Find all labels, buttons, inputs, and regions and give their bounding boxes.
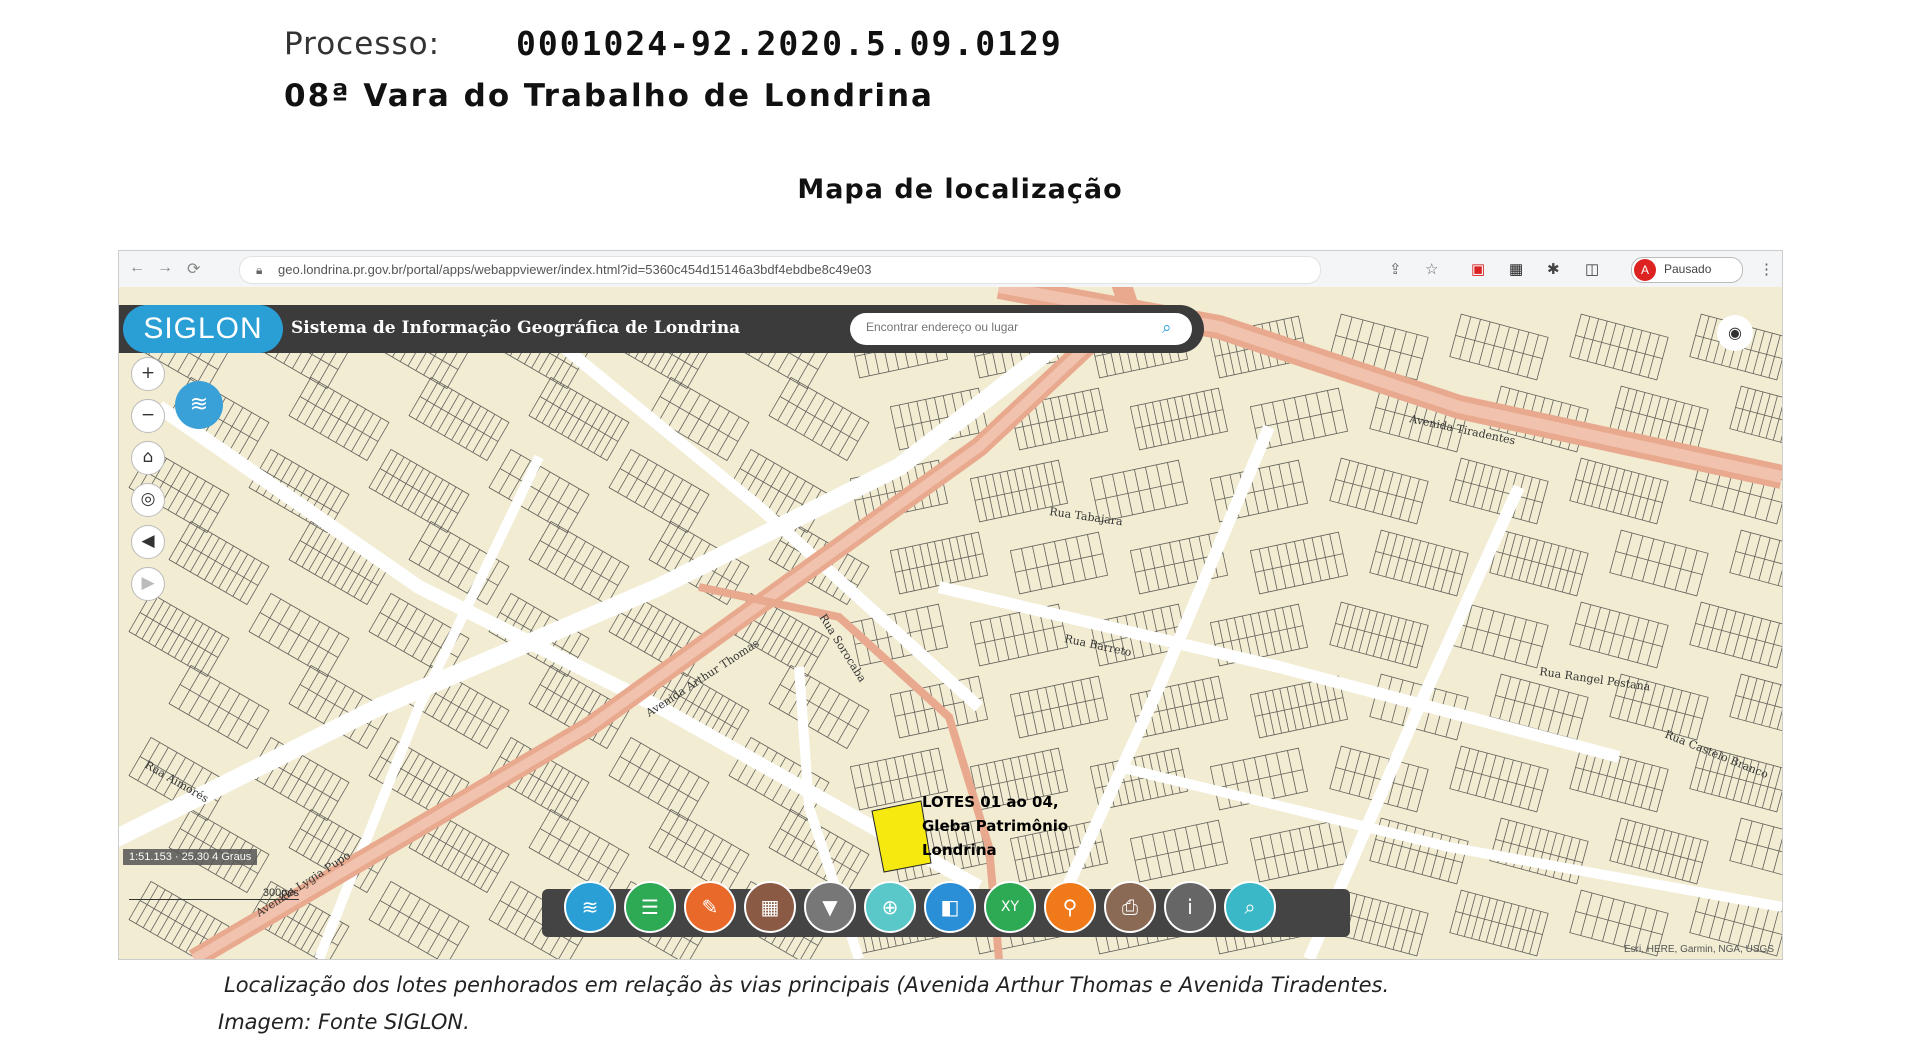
process-number: 0001024-92.2020.5.09.0129 (516, 24, 1063, 63)
search-icon[interactable]: ⌕ (1162, 318, 1172, 338)
process-label: Processo: (284, 26, 441, 62)
url-text: geo.londrina.pr.gov.br/portal/apps/webap… (278, 262, 872, 277)
avatar: A (1634, 259, 1656, 281)
lot-label-line3: Londrina (922, 841, 997, 859)
caption-line2: Imagem: Fonte SIGLON. (218, 1010, 470, 1034)
forward-icon[interactable]: → (157, 259, 173, 277)
pdf-extension-icon[interactable]: ▣ (1471, 260, 1485, 278)
address-bar[interactable]: 🔒︎ geo.londrina.pr.gov.br/portal/apps/we… (239, 256, 1321, 284)
zoom-in-button[interactable]: + (131, 357, 165, 391)
print-tool-icon[interactable]: ⎙ (1104, 881, 1156, 933)
layers-icon[interactable]: ≋ (175, 381, 223, 429)
zoom-out-button[interactable]: − (131, 399, 165, 433)
scale-readout: 1:51.153 · 25.30 4 Graus (123, 849, 258, 865)
scale-bar: 300pés (129, 887, 299, 900)
map-canvas[interactable]: Avenida Arthur Thomas Avenida Tiradentes… (119, 287, 1782, 959)
puzzle-icon[interactable]: ✱ (1547, 260, 1560, 278)
widget-toolbar: ≋ ☰ ✎ ▦ ▼ ⊕ ◧ XY ⚲ ⎙ i ⌕ (542, 881, 1350, 937)
map-title: Mapa de localização (797, 174, 1123, 205)
search-input[interactable] (864, 319, 1148, 335)
measure-tool-icon[interactable]: ✎ (684, 881, 736, 933)
sidepanel-icon[interactable]: ◫ (1585, 260, 1599, 278)
swipe-tool-icon[interactable]: ◧ (924, 881, 976, 933)
layers-tool-icon[interactable]: ≋ (564, 881, 616, 933)
map-screenshot: ← → ⟳ 🔒︎ geo.londrina.pr.gov.br/portal/a… (118, 250, 1783, 960)
previous-extent-icon[interactable]: ◀ (131, 525, 165, 559)
profile-label: Pausado (1664, 262, 1712, 276)
home-icon[interactable]: ⌂ (131, 441, 165, 475)
extension-icon[interactable]: ▦ (1509, 260, 1523, 278)
legend-tool-icon[interactable]: ☰ (624, 881, 676, 933)
coordinate-tool-icon[interactable]: XY (984, 881, 1036, 933)
next-extent-icon[interactable]: ▶ (131, 567, 165, 601)
search-tool-icon[interactable]: ⌕ (1224, 881, 1276, 933)
locate-icon[interactable]: ◎ (131, 483, 165, 517)
reload-icon[interactable]: ⟳ (187, 259, 200, 279)
lot-label-line1: LOTES 01 ao 04, (922, 793, 1059, 811)
back-icon[interactable]: ← (129, 259, 145, 277)
court-name: 08ª Vara do Trabalho de Londrina (284, 78, 934, 114)
lock-icon: 🔒︎ (256, 263, 263, 277)
filter-tool-icon[interactable]: ▼ (804, 881, 856, 933)
lot-label-line2: Gleba Patrimônio (922, 817, 1068, 835)
siglon-logo: SIGLON (123, 305, 283, 353)
star-icon[interactable]: ☆ (1425, 260, 1438, 278)
browser-toolbar: ← → ⟳ 🔒︎ geo.londrina.pr.gov.br/portal/a… (119, 251, 1782, 288)
map-attribution: Esri, HERE, Garmin, NGA, USGS (1623, 944, 1774, 955)
draw-tool-icon[interactable]: ⊕ (864, 881, 916, 933)
profile-button[interactable]: A Pausado (1631, 257, 1743, 283)
menu-icon[interactable]: ⋮ (1759, 260, 1774, 278)
share-tool-icon[interactable]: ⚲ (1044, 881, 1096, 933)
search-box: ⌕ (850, 313, 1192, 345)
basemap-tool-icon[interactable]: ▦ (744, 881, 796, 933)
about-tool-icon[interactable]: i (1164, 881, 1216, 933)
app-title: Sistema de Informação Geográfica de Lond… (291, 318, 741, 338)
app-header: SIGLON Sistema de Informação Geográfica … (119, 305, 1204, 353)
hide-eye-icon[interactable]: ◉ (1717, 315, 1753, 351)
caption-line1: Localização dos lotes penhorados em rela… (224, 973, 1390, 997)
share-icon[interactable]: ⇪ (1389, 260, 1402, 278)
